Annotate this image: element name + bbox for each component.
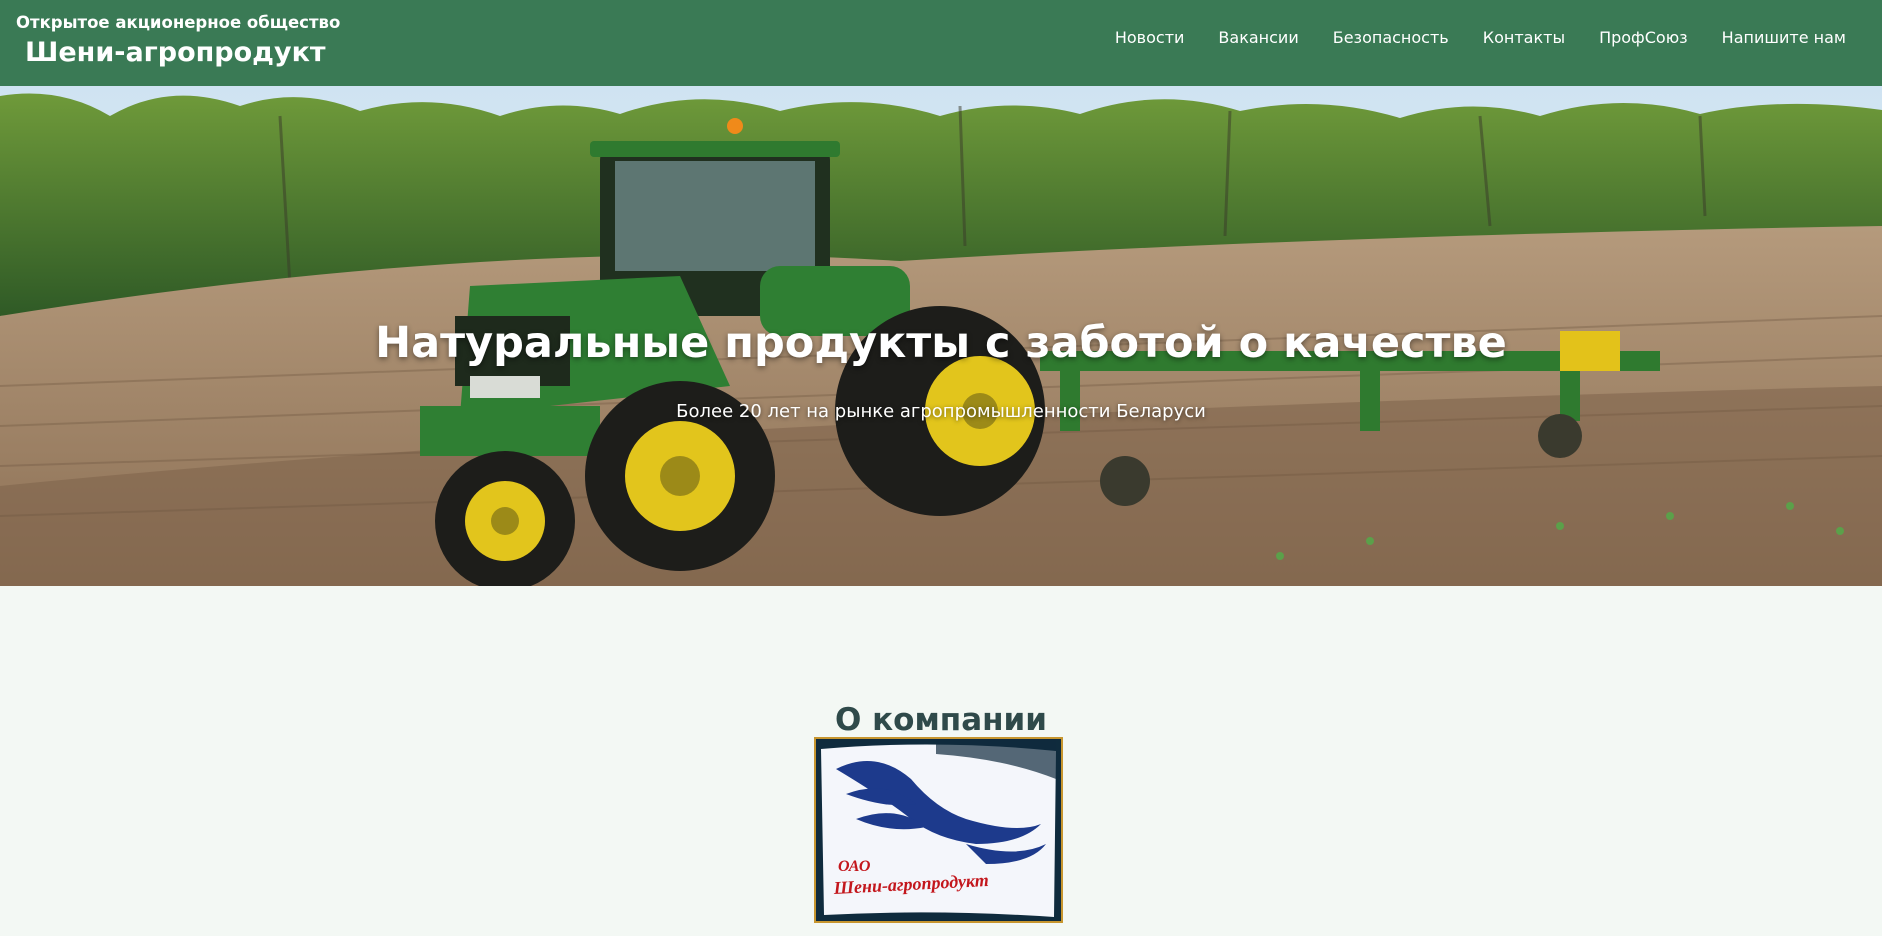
flag-logo: ОАО Шени-агропродукт [821, 739, 1056, 917]
company-logo-image: ОАО Шени-агропродукт [814, 737, 1063, 923]
logo-text-oao: ОАО [838, 858, 871, 875]
hero-title: Натуральные продукты с заботой о качеств… [375, 317, 1507, 368]
nav-link-vacancies[interactable]: Вакансии [1218, 28, 1298, 47]
nav-link-contacts[interactable]: Контакты [1483, 28, 1565, 47]
nav-link-news[interactable]: Новости [1115, 28, 1185, 47]
hero-banner: Натуральные продукты с заботой о качеств… [0, 86, 1882, 586]
company-type: Открытое акционерное общество [16, 13, 341, 32]
company-name[interactable]: Шени-агропродукт [25, 37, 326, 68]
nav-link-write-us[interactable]: Напишите нам [1722, 28, 1846, 47]
nav-link-safety[interactable]: Безопасность [1333, 28, 1449, 47]
nav-link-union[interactable]: ПрофСоюз [1599, 28, 1688, 47]
site-header: Открытое акционерное общество Шени-агроп… [0, 0, 1882, 86]
hero-subtitle: Более 20 лет на рынке агропромышленности… [676, 401, 1206, 422]
about-section-title: О компании [834, 701, 1048, 738]
main-nav: Новости Вакансии Безопасность Контакты П… [1115, 28, 1846, 47]
